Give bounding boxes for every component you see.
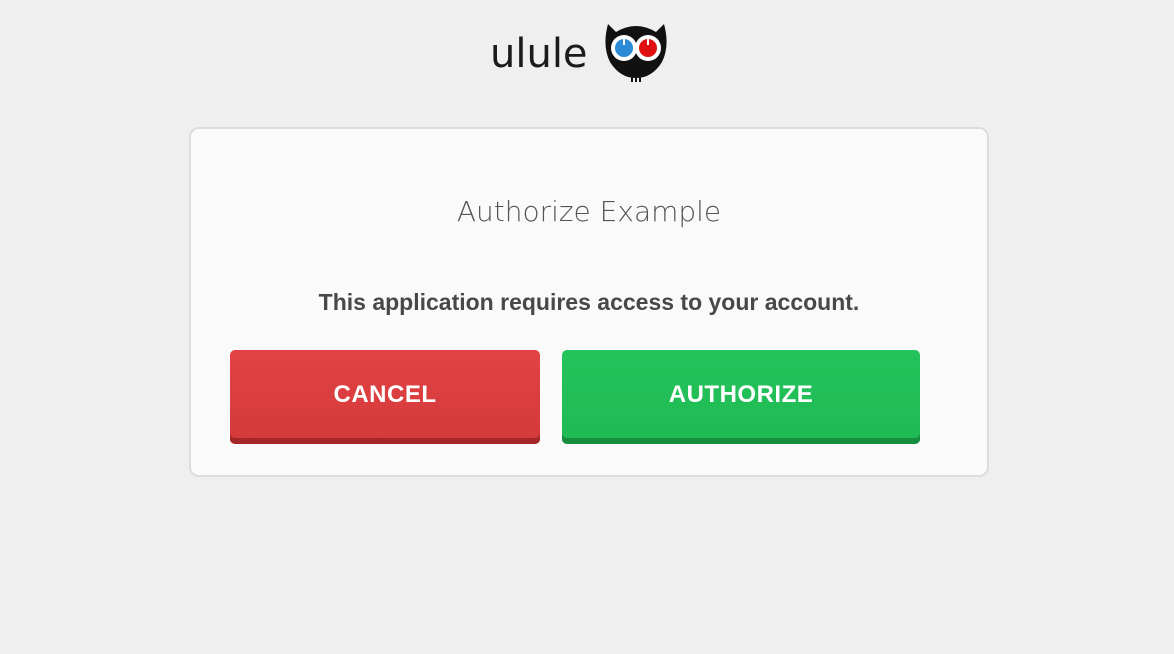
dialog-message: This application requires access to your… bbox=[318, 289, 860, 315]
dialog-title: Authorize Example bbox=[456, 195, 722, 228]
cancel-button[interactable]: CANCEL bbox=[230, 350, 540, 444]
ulule-logo: ulule bbox=[490, 16, 670, 82]
authorize-button[interactable]: AUTHORIZE bbox=[562, 350, 920, 444]
logo-text: ulule bbox=[490, 31, 588, 77]
owl-logo-icon bbox=[604, 24, 667, 82]
authorize-dialog: Authorize Example This application requi… bbox=[189, 127, 989, 477]
